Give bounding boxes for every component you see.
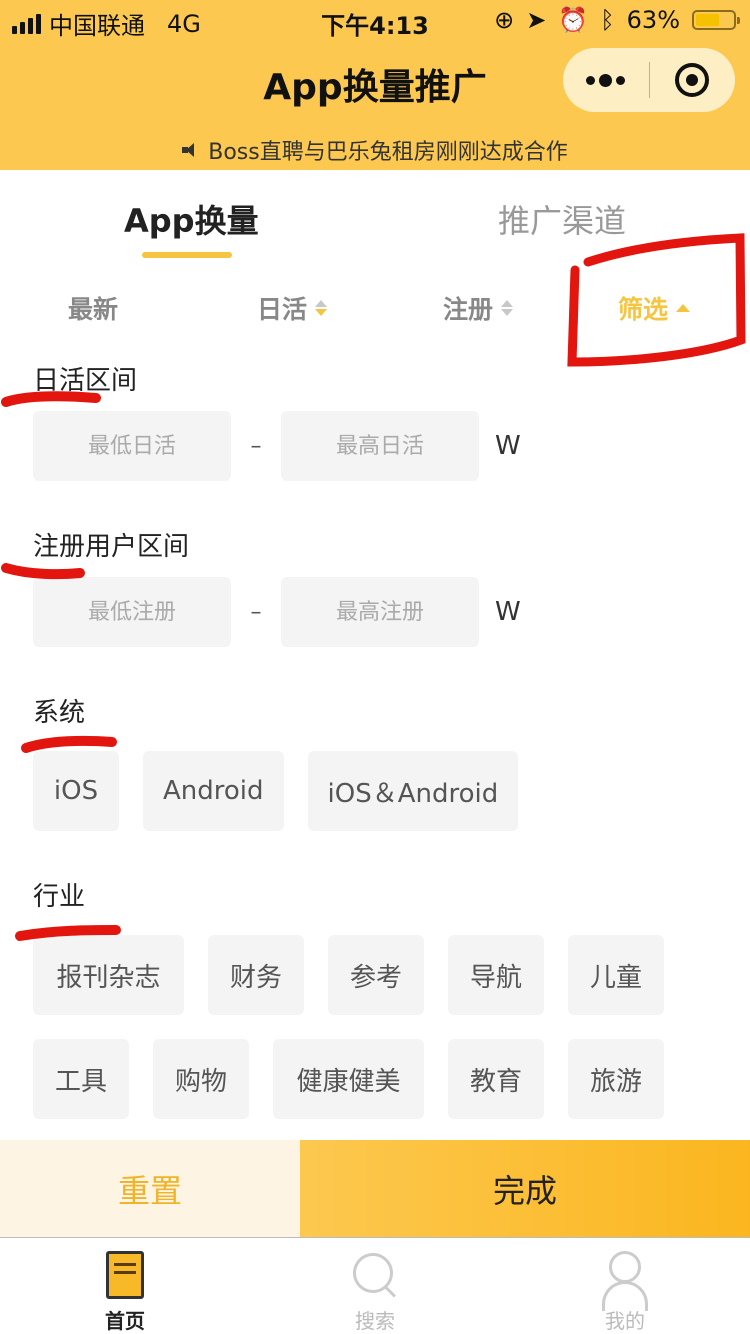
- mini-program-capsule: [563, 48, 735, 112]
- rotation-lock-icon: ⊕: [494, 6, 515, 34]
- main-tabs: App换量 推广渠道: [0, 196, 750, 266]
- tabbar-profile[interactable]: 我的: [500, 1239, 750, 1334]
- system-option[interactable]: Android: [143, 751, 284, 831]
- range-separator: –: [250, 599, 262, 625]
- system-title: 系统: [33, 698, 86, 728]
- min-registered-input[interactable]: [33, 577, 231, 647]
- sort-daily-active-label: 日活: [257, 295, 308, 324]
- industry-options: 报刊杂志 财务 参考 导航 儿童 工具 购物 健康健美 教育 旅游: [33, 935, 733, 1119]
- industry-option[interactable]: 财务: [208, 935, 304, 1015]
- filter-actions: 重置 完成: [0, 1140, 750, 1238]
- tab-app-exchange[interactable]: App换量: [124, 196, 259, 242]
- sort-latest[interactable]: 最新: [68, 290, 118, 326]
- active-tab-indicator: [142, 252, 232, 258]
- battery-percent: 63%: [626, 6, 680, 34]
- status-right: ⊕ ➤ ⏰ ᛒ 63%: [494, 6, 740, 34]
- sort-daily-active[interactable]: 日活: [257, 290, 328, 326]
- max-registered-input[interactable]: [281, 577, 479, 647]
- more-button[interactable]: [563, 48, 649, 112]
- annotation-underline: [1, 391, 101, 407]
- industry-option[interactable]: 健康健美: [273, 1039, 424, 1119]
- unit-label: W: [495, 597, 521, 627]
- tabbar-home[interactable]: 首页: [0, 1239, 250, 1334]
- unit-label: W: [495, 431, 521, 461]
- tabbar-search[interactable]: 搜索: [250, 1239, 500, 1334]
- header: 中国联通 4G 下午4:13 ⊕ ➤ ⏰ ᛒ 63% App换量推广 Boss直…: [0, 0, 750, 170]
- page: 中国联通 4G 下午4:13 ⊕ ➤ ⏰ ᛒ 63% App换量推广 Boss直…: [0, 0, 750, 1334]
- industry-option[interactable]: 旅游: [568, 1039, 664, 1119]
- sort-arrows-icon: [501, 300, 514, 316]
- speaker-icon: [182, 142, 200, 158]
- tabbar-search-label: 搜索: [355, 1309, 395, 1333]
- battery-icon: [692, 10, 740, 30]
- reset-button[interactable]: 重置: [0, 1140, 300, 1237]
- filter-label: 筛选: [618, 295, 669, 324]
- daily-active-title: 日活区间: [33, 366, 138, 396]
- target-icon: [675, 63, 710, 97]
- industry-option[interactable]: 参考: [328, 935, 424, 1015]
- industry-option[interactable]: 导航: [448, 935, 544, 1015]
- home-icon: [106, 1251, 144, 1299]
- annotation-underline: [1, 563, 85, 580]
- close-mini-program-button[interactable]: [650, 48, 736, 112]
- industry-title: 行业: [33, 882, 86, 912]
- industry-option[interactable]: 购物: [153, 1039, 249, 1119]
- daily-active-range: – W: [33, 411, 593, 481]
- registered-range: – W: [33, 577, 593, 647]
- tabbar-home-label: 首页: [105, 1309, 145, 1333]
- notice-bar: Boss直聘与巴乐兔租房刚刚达成合作: [0, 134, 750, 166]
- system-option[interactable]: iOS＆Android: [307, 751, 519, 831]
- system-option[interactable]: iOS: [33, 751, 119, 831]
- location-icon: ➤: [526, 6, 547, 34]
- search-icon: [351, 1251, 399, 1299]
- industry-option[interactable]: 报刊杂志: [33, 935, 184, 1015]
- system-options: iOS Android iOS＆Android: [33, 751, 733, 831]
- profile-icon: [600, 1251, 650, 1311]
- bluetooth-icon: ᛒ: [600, 6, 615, 34]
- done-button[interactable]: 完成: [300, 1140, 750, 1237]
- industry-option[interactable]: 工具: [33, 1039, 129, 1119]
- alarm-icon: ⏰: [558, 6, 589, 34]
- filter-toggle[interactable]: 筛选: [618, 290, 691, 326]
- min-daily-active-input[interactable]: [33, 411, 231, 481]
- status-bar: 中国联通 4G 下午4:13 ⊕ ➤ ⏰ ᛒ 63%: [0, 0, 750, 40]
- sort-arrows-icon: [315, 300, 328, 316]
- sort-registered[interactable]: 注册: [443, 290, 514, 326]
- bottom-tabbar: 首页 搜索 我的: [0, 1239, 750, 1334]
- range-separator: –: [250, 433, 262, 459]
- sort-bar: 最新 日活 注册 筛选: [0, 290, 750, 330]
- industry-option[interactable]: 儿童: [568, 935, 664, 1015]
- annotation-underline: [21, 735, 117, 753]
- notice-text: Boss直聘与巴乐兔租房刚刚达成合作: [208, 140, 568, 165]
- caret-up-icon: [676, 304, 691, 312]
- more-dots-icon: [586, 73, 626, 87]
- industry-option[interactable]: 教育: [448, 1039, 544, 1119]
- max-daily-active-input[interactable]: [281, 411, 479, 481]
- sort-latest-label: 最新: [68, 295, 119, 324]
- registered-title: 注册用户区间: [33, 532, 190, 562]
- battery-fill: [696, 14, 719, 26]
- sort-registered-label: 注册: [443, 295, 494, 324]
- tab-promotion-channels[interactable]: 推广渠道: [498, 196, 626, 242]
